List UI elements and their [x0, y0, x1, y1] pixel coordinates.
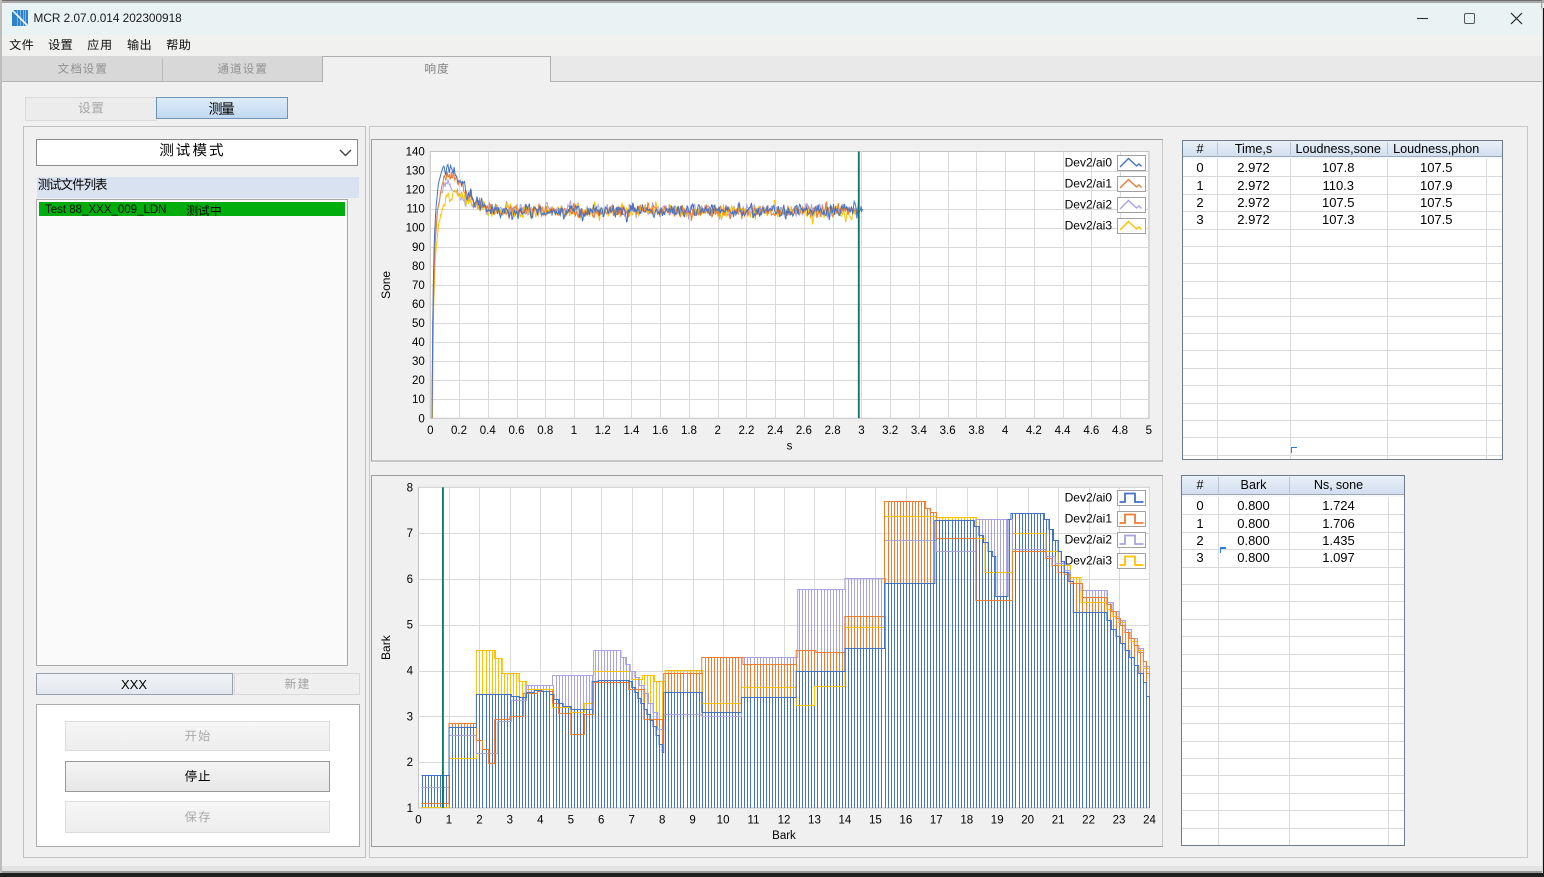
svg-text:1: 1	[445, 814, 451, 826]
svg-text:11: 11	[747, 814, 759, 826]
svg-text:70: 70	[412, 280, 425, 292]
svg-text:Dev2/ai2: Dev2/ai2	[1064, 198, 1112, 212]
svg-text:3: 3	[406, 711, 412, 723]
svg-text:30: 30	[412, 356, 425, 368]
svg-text:2: 2	[406, 757, 412, 769]
svg-text:5: 5	[1145, 425, 1151, 437]
svg-text:110: 110	[406, 204, 424, 216]
svg-text:1: 1	[406, 803, 412, 815]
svg-text:80: 80	[412, 261, 425, 273]
svg-text:0: 0	[415, 814, 421, 826]
svg-text:Dev2/ai3: Dev2/ai3	[1064, 554, 1112, 568]
svg-text:4: 4	[537, 814, 544, 826]
svg-text:1.2: 1.2	[594, 425, 610, 437]
svg-text:1.4: 1.4	[623, 425, 640, 437]
svg-text:3: 3	[858, 425, 864, 437]
svg-text:Dev2/ai0: Dev2/ai0	[1064, 156, 1112, 170]
svg-text:23: 23	[1112, 814, 1125, 826]
svg-text:1.6: 1.6	[652, 425, 668, 437]
svg-text:3.6: 3.6	[939, 425, 955, 437]
svg-text:2.4: 2.4	[767, 425, 784, 437]
svg-text:50: 50	[412, 318, 425, 330]
svg-text:s: s	[786, 440, 792, 452]
svg-text:140: 140	[405, 147, 424, 159]
svg-text:10: 10	[716, 814, 729, 826]
svg-text:0: 0	[418, 413, 424, 425]
svg-text:Sone: Sone	[379, 271, 393, 299]
svg-text:10: 10	[412, 394, 425, 406]
svg-text:22: 22	[1082, 814, 1095, 826]
svg-text:2: 2	[476, 814, 482, 826]
svg-text:Dev2/ai0: Dev2/ai0	[1064, 491, 1112, 505]
svg-text:8: 8	[658, 814, 664, 826]
svg-text:6: 6	[598, 814, 604, 826]
svg-text:7: 7	[406, 528, 412, 540]
svg-text:40: 40	[412, 337, 425, 349]
svg-text:0.6: 0.6	[508, 425, 524, 437]
svg-text:0.2: 0.2	[451, 425, 467, 437]
svg-text:20: 20	[412, 375, 425, 387]
svg-text:20: 20	[1021, 814, 1034, 826]
svg-text:2.2: 2.2	[738, 425, 754, 437]
svg-text:19: 19	[990, 814, 1003, 826]
svg-text:3.8: 3.8	[968, 425, 984, 437]
svg-text:Bark: Bark	[772, 830, 796, 842]
svg-text:17: 17	[929, 814, 942, 826]
svg-text:18: 18	[960, 814, 973, 826]
svg-text:0: 0	[427, 425, 433, 437]
svg-text:4.8: 4.8	[1112, 425, 1128, 437]
svg-text:4: 4	[1001, 425, 1008, 437]
svg-text:9: 9	[689, 814, 695, 826]
svg-text:4.6: 4.6	[1083, 425, 1099, 437]
svg-text:60: 60	[412, 299, 425, 311]
svg-text:3.4: 3.4	[910, 425, 927, 437]
svg-text:100: 100	[405, 223, 424, 235]
svg-text:90: 90	[412, 242, 425, 254]
svg-text:3: 3	[506, 814, 512, 826]
svg-text:4.4: 4.4	[1054, 425, 1071, 437]
svg-text:14: 14	[838, 814, 851, 826]
svg-text:0.8: 0.8	[537, 425, 553, 437]
svg-text:21: 21	[1051, 814, 1064, 826]
svg-text:6: 6	[406, 574, 412, 586]
svg-text:24: 24	[1143, 814, 1156, 826]
svg-text:16: 16	[899, 814, 912, 826]
svg-text:120: 120	[405, 185, 424, 197]
svg-text:1: 1	[570, 425, 576, 437]
svg-text:8: 8	[406, 482, 412, 494]
svg-text:5: 5	[567, 814, 573, 826]
svg-text:2.6: 2.6	[795, 425, 811, 437]
svg-text:0.4: 0.4	[479, 425, 496, 437]
svg-text:2: 2	[714, 425, 720, 437]
svg-text:15: 15	[868, 814, 881, 826]
svg-text:3.2: 3.2	[882, 425, 898, 437]
svg-text:2.8: 2.8	[824, 425, 840, 437]
svg-text:12: 12	[777, 814, 790, 826]
svg-text:5: 5	[406, 620, 412, 632]
svg-text:Dev2/ai3: Dev2/ai3	[1064, 219, 1112, 233]
svg-text:130: 130	[405, 166, 424, 178]
svg-text:4.2: 4.2	[1025, 425, 1041, 437]
svg-text:Dev2/ai1: Dev2/ai1	[1064, 177, 1112, 191]
svg-text:13: 13	[808, 814, 821, 826]
svg-text:Dev2/ai2: Dev2/ai2	[1064, 533, 1112, 547]
svg-text:1.8: 1.8	[680, 425, 696, 437]
svg-text:Bark: Bark	[379, 634, 393, 660]
svg-text:4: 4	[406, 666, 413, 678]
svg-text:Dev2/ai1: Dev2/ai1	[1064, 512, 1112, 526]
svg-text:7: 7	[628, 814, 634, 826]
